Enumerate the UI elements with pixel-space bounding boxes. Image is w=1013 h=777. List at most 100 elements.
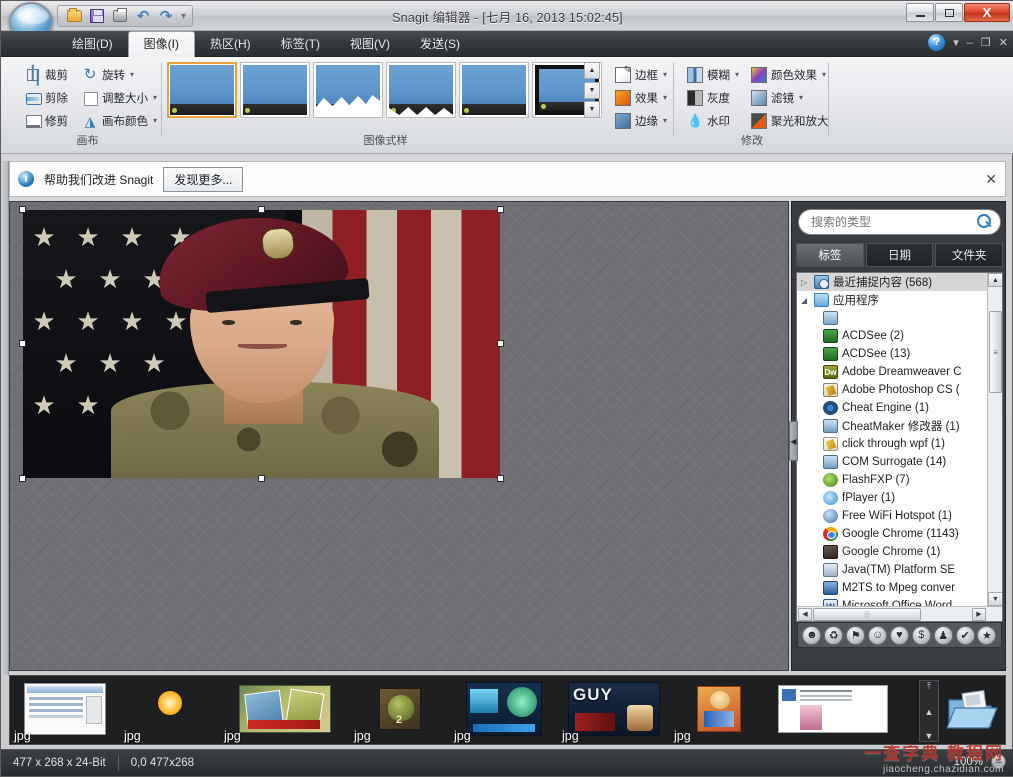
chevron-down-icon[interactable]: ▾: [735, 70, 739, 79]
library-tree[interactable]: ▷ 最近捕捉内容 (568) ◢ 应用程序 ACDSee (2): [796, 272, 1003, 622]
resize-handle-top-left[interactable]: [19, 206, 26, 213]
filmstrip-item-3[interactable]: jpg: [220, 675, 350, 744]
filmstrip-item-6[interactable]: GUY jpg: [558, 675, 670, 744]
close-button[interactable]: X: [964, 3, 1010, 22]
smiley-tag-icon[interactable]: ☺: [868, 626, 887, 645]
tree-item-m2ts[interactable]: M2TS to Mpeg conver: [797, 579, 987, 597]
tree-item-photoshop[interactable]: Adobe Photoshop CS (: [797, 381, 987, 399]
help-icon[interactable]: ?: [928, 34, 945, 51]
maximize-button[interactable]: [935, 3, 963, 22]
gallery-scroll-down-icon[interactable]: ▼: [584, 82, 600, 99]
discover-more-button[interactable]: 发现更多...: [163, 167, 243, 192]
canvas-image-selection[interactable]: ★ ★ ★ ★ ★ ★ ★ ★ ★ ★ ★ ★ ★ ★ ★ ★: [23, 210, 500, 478]
rotate-button[interactable]: ↻ 旋转 ▾: [78, 64, 161, 85]
panel-tab-tags[interactable]: 标签: [796, 243, 864, 267]
filmstrip-item-2[interactable]: jpg: [120, 675, 220, 744]
scroll-down-icon[interactable]: ▼: [988, 592, 1003, 606]
resize-handle-bottom-center[interactable]: [258, 475, 265, 482]
tab-image[interactable]: 图像(I): [128, 31, 195, 57]
person-tag-icon[interactable]: ☻: [802, 626, 821, 645]
tree-item-acdsee-2[interactable]: ACDSee (2): [797, 327, 987, 345]
edge-button[interactable]: 边缘 ▾: [611, 110, 665, 131]
chevron-down-icon[interactable]: ▾: [130, 70, 134, 79]
tree-item-applications[interactable]: ◢ 应用程序: [797, 291, 987, 309]
tree-horizontal-scrollbar[interactable]: ◀ ⦙⦙⦙ ▶: [797, 606, 1002, 621]
tab-hotspot[interactable]: 热区(H): [195, 31, 266, 57]
tree-item-acdsee-13[interactable]: ACDSee (13): [797, 345, 987, 363]
tree-item-flashfxp[interactable]: FlashFXP (7): [797, 471, 987, 489]
filmstrip-item-4[interactable]: 2 jpg: [350, 675, 450, 744]
resize-handle-bottom-left[interactable]: [19, 475, 26, 482]
tree-item-chrome-1143[interactable]: Google Chrome (1143): [797, 525, 987, 543]
trim-button[interactable]: 修剪: [21, 110, 72, 131]
chevron-down-icon[interactable]: ▾: [953, 36, 959, 49]
tree-item-java[interactable]: Java(TM) Platform SE: [797, 561, 987, 579]
zoom-out-button[interactable]: –: [991, 754, 1006, 769]
style-thumb-torn-right[interactable]: [313, 62, 383, 118]
panel-tab-folder[interactable]: 文件夹: [935, 243, 1003, 267]
tab-send[interactable]: 发送(S): [405, 31, 475, 57]
filter-button[interactable]: 滤镜 ▾: [747, 87, 833, 108]
resize-handle-top-center[interactable]: [258, 206, 265, 213]
ribbon-minimize-icon[interactable]: –: [967, 37, 973, 49]
resize-handle-middle-left[interactable]: [19, 340, 26, 347]
resize-handle-top-right[interactable]: [497, 206, 504, 213]
heart-tag-icon[interactable]: ♥: [890, 626, 909, 645]
watermark-button[interactable]: 💧 水印: [683, 110, 743, 131]
chevron-down-icon[interactable]: ▾: [822, 70, 826, 79]
spotlight-magnify-button[interactable]: 聚光和放大: [747, 110, 833, 131]
scroll-left-icon[interactable]: ◀: [798, 608, 812, 621]
tab-tags[interactable]: 标签(T): [266, 31, 335, 57]
effects-button[interactable]: 效果 ▾: [611, 87, 665, 108]
tree-item-recent[interactable]: ▷ 最近捕捉内容 (568): [797, 273, 987, 291]
canvas-work-area[interactable]: ★ ★ ★ ★ ★ ★ ★ ★ ★ ★ ★ ★ ★ ★ ★ ★: [9, 201, 789, 671]
tree-item-chrome-1[interactable]: Google Chrome (1): [797, 543, 987, 561]
chevron-down-icon[interactable]: ▾: [663, 116, 667, 125]
scroll-up-icon[interactable]: ▲: [988, 273, 1003, 287]
search-icon[interactable]: [977, 214, 992, 229]
chevron-down-icon[interactable]: ▾: [153, 93, 157, 102]
tree-item-cheatmaker[interactable]: CheatMaker 修改器 (1): [797, 417, 987, 435]
filmstrip-first-icon[interactable]: ⤒: [927, 681, 931, 692]
panel-collapse-handle[interactable]: ◀: [789, 421, 798, 461]
gallery-scroll-up-icon[interactable]: ▲: [584, 62, 600, 79]
tree-item-dreamweaver[interactable]: Dw Adobe Dreamweaver C: [797, 363, 987, 381]
grayscale-button[interactable]: 灰度: [683, 87, 743, 108]
recycle-tag-icon[interactable]: ♻: [824, 626, 843, 645]
check-tag-icon[interactable]: ✔: [956, 626, 975, 645]
style-thumb-torn-bottom[interactable]: [386, 62, 456, 118]
balloon-tag-icon[interactable]: ♟: [934, 626, 953, 645]
minimize-button[interactable]: [906, 3, 934, 22]
chevron-down-icon[interactable]: ▾: [663, 93, 667, 102]
resize-handle-bottom-right[interactable]: [497, 475, 504, 482]
cut-button[interactable]: 剪除: [21, 87, 72, 108]
search-input[interactable]: [798, 209, 1001, 235]
tab-view[interactable]: 视图(V): [335, 31, 405, 57]
dollar-tag-icon[interactable]: $: [912, 626, 931, 645]
tree-item-cheat-engine[interactable]: Cheat Engine (1): [797, 399, 987, 417]
gallery-more-icon[interactable]: ▼: [584, 101, 600, 118]
filmstrip-up-icon[interactable]: ▲: [925, 707, 934, 717]
canvas-image[interactable]: ★ ★ ★ ★ ★ ★ ★ ★ ★ ★ ★ ★ ★ ★ ★ ★: [23, 210, 500, 478]
style-thumb-drop[interactable]: [459, 62, 529, 118]
expand-icon[interactable]: ▷: [801, 278, 810, 287]
style-thumb-shadow[interactable]: [240, 62, 310, 118]
tree-vertical-scrollbar[interactable]: ▲ ≡ ▼: [987, 273, 1002, 621]
filmstrip-item-5[interactable]: jpg: [450, 675, 558, 744]
tree-item-click-through-wpf[interactable]: click through wpf (1): [797, 435, 987, 453]
filmstrip[interactable]: jpg jpg jpg 2 jpg: [9, 675, 1006, 745]
filmstrip-item-8[interactable]: [768, 675, 898, 744]
scroll-right-icon[interactable]: ▶: [972, 608, 986, 621]
filmstrip-item-7[interactable]: jpg: [670, 675, 768, 744]
canvas-color-button[interactable]: ◮ 画布颜色 ▾: [78, 110, 161, 131]
open-folder-icon[interactable]: [943, 682, 999, 738]
ribbon-restore-icon[interactable]: ❐: [981, 36, 991, 49]
hscrollbar-thumb[interactable]: ⦙⦙⦙: [813, 608, 921, 621]
crop-button[interactable]: 裁剪: [21, 64, 72, 85]
ribbon-close-icon[interactable]: ✕: [999, 36, 1008, 49]
tab-draw[interactable]: 绘图(D): [57, 31, 128, 57]
chevron-down-icon[interactable]: ▾: [153, 116, 157, 125]
scrollbar-thumb[interactable]: ≡: [989, 311, 1002, 393]
resize-button[interactable]: 调整大小 ▾: [78, 87, 161, 108]
tree-item-fplayer[interactable]: fPlayer (1): [797, 489, 987, 507]
